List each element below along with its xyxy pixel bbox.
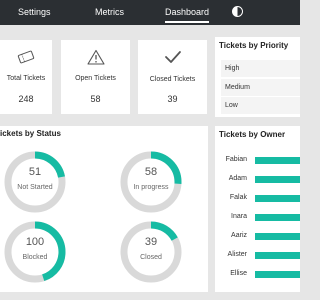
kpi-value: 39: [167, 94, 178, 104]
owner-card: Tickets by Owner Fabian Adam Falak Inara…: [215, 126, 300, 292]
status-card: ickets by Status 51 Not Started 58 In pr…: [0, 126, 208, 292]
donut-value: 100: [25, 236, 45, 248]
kpi-card-open: Open Tickets 58: [61, 40, 130, 114]
top-nav-bar: Settings Metrics Dashboard: [0, 0, 300, 25]
priority-row-high[interactable]: High: [221, 60, 300, 77]
owner-name: Adam: [228, 175, 247, 182]
owner-bar: [255, 233, 300, 240]
owner-bar: [255, 195, 300, 202]
warning-icon: [61, 49, 130, 70]
kpi-value: 248: [18, 94, 34, 104]
donut-value: 39: [144, 236, 158, 248]
donut-value: 51: [28, 166, 42, 178]
owner-bar: [255, 214, 300, 221]
owner-bar: [255, 271, 300, 278]
donut-closed: 39 Closed: [120, 221, 182, 283]
owner-name: Aariz: [231, 232, 247, 239]
donut-label: Closed: [140, 254, 162, 261]
priority-row-low[interactable]: Low: [221, 97, 300, 114]
donut-label: Blocked: [22, 254, 48, 261]
owner-name: Falak: [229, 194, 247, 201]
owner-title: Tickets by Owner: [219, 130, 286, 139]
priority-title: Tickets by Priority: [219, 41, 289, 50]
priority-card: Tickets by Priority High Medium Low: [215, 37, 300, 117]
nav-dashboard[interactable]: Dashboard: [165, 7, 210, 23]
owner-bar: [255, 157, 300, 164]
donut-not-started: 51 Not Started: [4, 151, 66, 213]
priority-row-medium[interactable]: Medium: [221, 79, 300, 96]
theme-toggle-icon[interactable]: [232, 6, 243, 17]
donut-in-progress: 58 In progress: [120, 151, 182, 213]
kpi-label: Total Tickets: [6, 75, 46, 82]
owner-name: Inara: [231, 213, 247, 220]
status-title: ickets by Status: [0, 129, 61, 138]
donut-label: Not Started: [17, 184, 53, 191]
kpi-label: Open Tickets: [75, 75, 116, 82]
donut-blocked: 100 Blocked: [4, 221, 66, 283]
owner-bar: [255, 176, 300, 183]
donut-value: 58: [144, 166, 158, 178]
owner-bar: [255, 252, 300, 259]
kpi-label: Closed Tickets: [149, 76, 196, 83]
nav-settings[interactable]: Settings: [18, 7, 51, 17]
donut-label: In progress: [133, 184, 169, 191]
owner-name: Fabian: [225, 156, 247, 163]
kpi-value: 58: [90, 94, 101, 104]
ticket-icon: [0, 50, 52, 69]
owner-name: Alister: [227, 251, 247, 258]
kpi-card-total: Total Tickets 248: [0, 40, 52, 114]
owner-name: Ellise: [230, 270, 247, 277]
kpi-card-closed: Closed Tickets 39: [138, 40, 207, 114]
nav-metrics[interactable]: Metrics: [95, 7, 124, 17]
checkmark-icon: [138, 50, 207, 69]
